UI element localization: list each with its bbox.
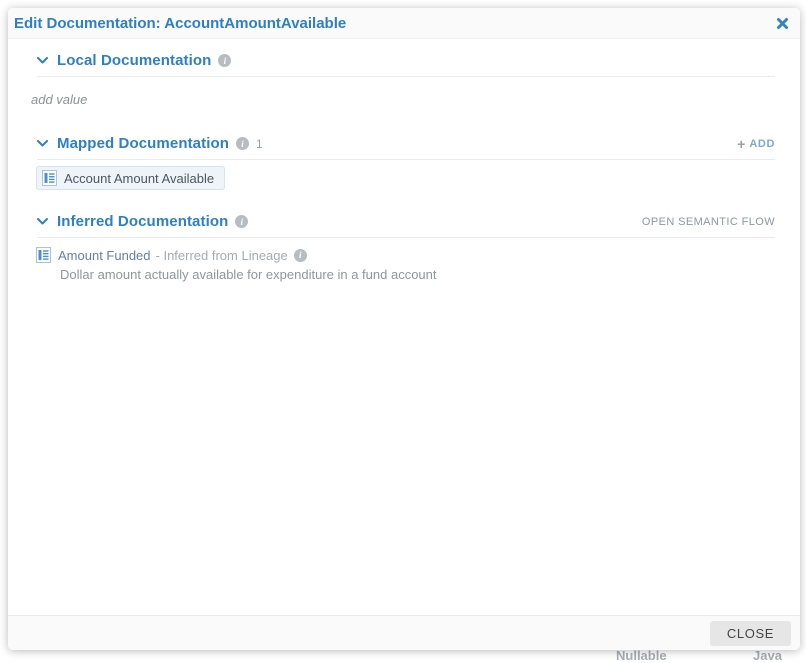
modal-title: Edit Documentation: AccountAmountAvailab…: [14, 15, 346, 32]
chevron-down-icon[interactable]: [37, 140, 48, 147]
mapped-documentation-title: Mapped Documentation: [57, 135, 229, 152]
local-documentation-header: Local Documentation i: [37, 52, 775, 77]
modal-header: Edit Documentation: AccountAmountAvailab…: [8, 8, 800, 39]
info-icon[interactable]: i: [218, 54, 231, 67]
inferred-item-description: Dollar amount actually available for exp…: [60, 267, 775, 282]
close-button[interactable]: CLOSE: [710, 621, 791, 646]
inferred-documentation-item: Amount Funded - Inferred from Lineage i: [36, 247, 775, 263]
mapped-documentation-header: Mapped Documentation i 1 + ADD: [37, 135, 775, 160]
modal-body: Local Documentation i add value Mapped D…: [8, 39, 800, 615]
inferred-item-title: Amount Funded: [58, 248, 151, 263]
info-icon[interactable]: i: [294, 249, 307, 262]
add-mapped-documentation-button[interactable]: + ADD: [737, 137, 775, 151]
document-icon: [42, 170, 57, 186]
inferred-item-suffix: - Inferred from Lineage: [156, 248, 288, 263]
local-documentation-title: Local Documentation: [57, 52, 211, 69]
local-documentation-add-value-field[interactable]: add value: [31, 92, 775, 107]
document-icon: [36, 247, 51, 263]
close-icon[interactable]: [774, 15, 790, 31]
section-local-documentation: Local Documentation i add value: [31, 52, 775, 107]
inferred-documentation-title: Inferred Documentation: [57, 213, 228, 230]
modal-footer: CLOSE: [8, 615, 800, 650]
edit-documentation-modal: Edit Documentation: AccountAmountAvailab…: [8, 8, 800, 650]
mapped-documentation-label: Account Amount Available: [64, 171, 214, 186]
info-icon[interactable]: i: [235, 215, 248, 228]
section-inferred-documentation: Inferred Documentation i OPEN SEMANTIC F…: [31, 213, 775, 282]
inferred-documentation-header: Inferred Documentation i OPEN SEMANTIC F…: [37, 213, 775, 238]
open-semantic-flow-link[interactable]: OPEN SEMANTIC FLOW: [642, 216, 775, 228]
chevron-down-icon[interactable]: [37, 218, 48, 225]
section-mapped-documentation: Mapped Documentation i 1 + ADD: [31, 135, 775, 191]
mapped-documentation-chip[interactable]: Account Amount Available: [36, 166, 225, 190]
plus-icon: +: [737, 137, 745, 151]
info-icon[interactable]: i: [236, 137, 249, 150]
chevron-down-icon[interactable]: [37, 57, 48, 64]
mapped-documentation-count: 1: [256, 137, 263, 151]
